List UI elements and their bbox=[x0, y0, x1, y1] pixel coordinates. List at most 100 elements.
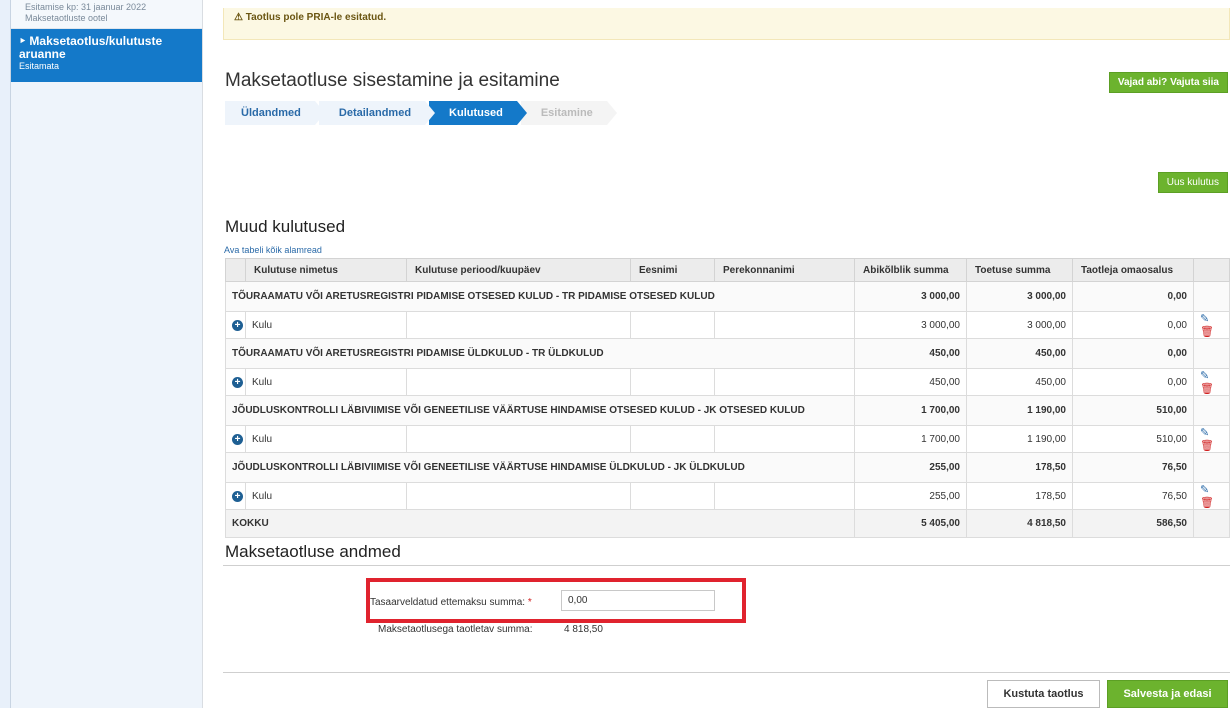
group-title: JÕUDLUSKONTROLLI LÄBIVIIMISE VÕI GENEETI… bbox=[225, 452, 855, 483]
row-period bbox=[406, 368, 631, 396]
total-own: 586,50 bbox=[1072, 509, 1194, 538]
expenses-table: Kulutuse nimetus Kulutuse periood/kuupäe… bbox=[225, 258, 1230, 538]
group-actions bbox=[1193, 452, 1230, 483]
total-label: KOKKU bbox=[225, 509, 855, 538]
total-support: 4 818,50 bbox=[966, 509, 1073, 538]
sidebar-item-date: Esitamise kp: 31 jaanuar 2022 bbox=[25, 2, 147, 12]
sidebar-item-title-text: Maksetaotlus/kulutuste aruanne bbox=[19, 34, 163, 61]
col-header-expand bbox=[225, 258, 246, 282]
help-button[interactable]: Vajad abi? Vajuta siia bbox=[1108, 72, 1228, 93]
required-marker: * bbox=[527, 597, 532, 608]
row-lastname bbox=[714, 368, 855, 396]
alert-text: Taotlus pole PRIA-le esitatud. bbox=[245, 12, 387, 23]
delete-application-button[interactable]: Kustuta taotlus bbox=[987, 680, 1100, 708]
new-expense-button[interactable]: Uus kulutus bbox=[1157, 172, 1228, 193]
sidebar-item-title: ‣ Maksetaotlus/kulutuste aruanne bbox=[19, 35, 194, 61]
group-title: TÕURAAMATU VÕI ARETUSREGISTRI PIDAMISE Ü… bbox=[225, 338, 855, 369]
save-and-continue-button[interactable]: Salvesta ja edasi bbox=[1107, 680, 1228, 708]
requested-amount-value: 4 818,50 bbox=[564, 624, 603, 635]
table-group-row: JÕUDLUSKONTROLLI LÄBIVIIMISE VÕI GENEETI… bbox=[225, 395, 1230, 426]
row-lastname bbox=[714, 482, 855, 510]
table-total-row: KOKKU 5 405,00 4 818,50 586,50 bbox=[225, 509, 1230, 538]
edit-pencil-icon[interactable]: ✎ bbox=[1200, 483, 1209, 496]
table-header-row: Kulutuse nimetus Kulutuse periood/kuupäe… bbox=[225, 258, 1230, 282]
group-support: 1 190,00 bbox=[966, 395, 1073, 426]
row-period bbox=[406, 311, 631, 339]
table-row: + Kulu 1 700,00 1 190,00 510,00 ✎🗑 bbox=[225, 425, 1230, 453]
row-support: 3 000,00 bbox=[966, 311, 1073, 339]
row-eligible: 3 000,00 bbox=[854, 311, 967, 339]
advance-amount-input[interactable] bbox=[561, 590, 715, 611]
group-own: 76,50 bbox=[1072, 452, 1194, 483]
row-eligible: 1 700,00 bbox=[854, 425, 967, 453]
row-firstname bbox=[630, 425, 715, 453]
group-actions bbox=[1193, 338, 1230, 369]
row-support: 1 190,00 bbox=[966, 425, 1073, 453]
table-row: + Kulu 255,00 178,50 76,50 ✎🗑 bbox=[225, 482, 1230, 510]
col-header-eligible[interactable]: Abikõlblik summa bbox=[854, 258, 967, 282]
group-eligible: 255,00 bbox=[854, 452, 967, 483]
delete-trash-icon[interactable]: 🗑 bbox=[1200, 325, 1214, 338]
row-eligible: 255,00 bbox=[854, 482, 967, 510]
expand-plus-icon[interactable]: + bbox=[232, 490, 243, 502]
row-name: Kulu bbox=[245, 311, 407, 339]
sidebar-item-previous[interactable]: Esitamise kp: 31 jaanuar 2022 Maksetaotl… bbox=[11, 0, 202, 29]
sidebar: Esitamise kp: 31 jaanuar 2022 Maksetaotl… bbox=[0, 0, 203, 708]
row-actions: ✎🗑 bbox=[1193, 482, 1230, 510]
row-name: Kulu bbox=[245, 425, 407, 453]
group-eligible: 450,00 bbox=[854, 338, 967, 369]
group-support: 178,50 bbox=[966, 452, 1073, 483]
expand-all-rows-link[interactable]: Ava tabeli kõik alamread bbox=[224, 245, 322, 255]
step-kulutused[interactable]: Kulutused bbox=[429, 101, 527, 125]
col-header-own[interactable]: Taotleja omaosalus bbox=[1072, 258, 1194, 282]
col-header-period[interactable]: Kulutuse periood/kuupäev bbox=[406, 258, 631, 282]
row-lastname bbox=[714, 311, 855, 339]
caret-icon: ‣ bbox=[19, 34, 30, 48]
delete-trash-icon[interactable]: 🗑 bbox=[1200, 382, 1214, 395]
row-actions: ✎🗑 bbox=[1193, 311, 1230, 339]
group-title: JÕUDLUSKONTROLLI LÄBIVIIMISE VÕI GENEETI… bbox=[225, 395, 855, 426]
sidebar-item-status: Maksetaotluste ootel bbox=[25, 13, 108, 23]
row-firstname bbox=[630, 311, 715, 339]
col-header-actions bbox=[1193, 258, 1230, 282]
group-eligible: 3 000,00 bbox=[854, 281, 967, 312]
group-actions bbox=[1193, 395, 1230, 426]
col-header-lastname[interactable]: Perekonnanimi bbox=[714, 258, 855, 282]
row-lastname bbox=[714, 425, 855, 453]
row-actions: ✎🗑 bbox=[1193, 368, 1230, 396]
group-own: 510,00 bbox=[1072, 395, 1194, 426]
row-eligible: 450,00 bbox=[854, 368, 967, 396]
section-divider bbox=[223, 565, 1230, 566]
wizard-steps: Üldandmed Detailandmed Kulutused Esitami… bbox=[225, 101, 617, 125]
expand-cell: + bbox=[225, 368, 246, 396]
edit-pencil-icon[interactable]: ✎ bbox=[1200, 312, 1209, 325]
row-own: 0,00 bbox=[1072, 368, 1194, 396]
group-title: TÕURAAMATU VÕI ARETUSREGISTRI PIDAMISE O… bbox=[225, 281, 855, 312]
sidebar-item-substatus: Esitamata bbox=[19, 61, 60, 71]
row-name: Kulu bbox=[245, 368, 407, 396]
expand-plus-icon[interactable]: + bbox=[232, 376, 243, 388]
row-own: 0,00 bbox=[1072, 311, 1194, 339]
row-own: 510,00 bbox=[1072, 425, 1194, 453]
row-period bbox=[406, 482, 631, 510]
col-header-name[interactable]: Kulutuse nimetus bbox=[245, 258, 407, 282]
table-group-row: TÕURAAMATU VÕI ARETUSREGISTRI PIDAMISE O… bbox=[225, 281, 1230, 312]
expand-cell: + bbox=[225, 482, 246, 510]
expand-plus-icon[interactable]: + bbox=[232, 433, 243, 445]
edit-pencil-icon[interactable]: ✎ bbox=[1200, 369, 1209, 382]
col-header-firstname[interactable]: Eesnimi bbox=[630, 258, 715, 282]
expand-plus-icon[interactable]: + bbox=[232, 319, 243, 331]
table-group-row: JÕUDLUSKONTROLLI LÄBIVIIMISE VÕI GENEETI… bbox=[225, 452, 1230, 483]
page-title: Maksetaotluse sisestamine ja esitamine bbox=[225, 70, 560, 91]
col-header-support[interactable]: Toetuse summa bbox=[966, 258, 1073, 282]
delete-trash-icon[interactable]: 🗑 bbox=[1200, 439, 1214, 452]
step-detailandmed[interactable]: Detailandmed bbox=[318, 101, 436, 125]
row-firstname bbox=[630, 482, 715, 510]
total-eligible: 5 405,00 bbox=[854, 509, 967, 538]
footer-divider bbox=[223, 672, 1230, 673]
step-uldandmed[interactable]: Üldandmed bbox=[225, 101, 325, 125]
sidebar-item-active[interactable]: ‣ Maksetaotlus/kulutuste aruanne Esitama… bbox=[11, 29, 202, 82]
edit-pencil-icon[interactable]: ✎ bbox=[1200, 426, 1209, 439]
warning-icon: ⚠ bbox=[234, 12, 243, 23]
delete-trash-icon[interactable]: 🗑 bbox=[1200, 496, 1214, 509]
